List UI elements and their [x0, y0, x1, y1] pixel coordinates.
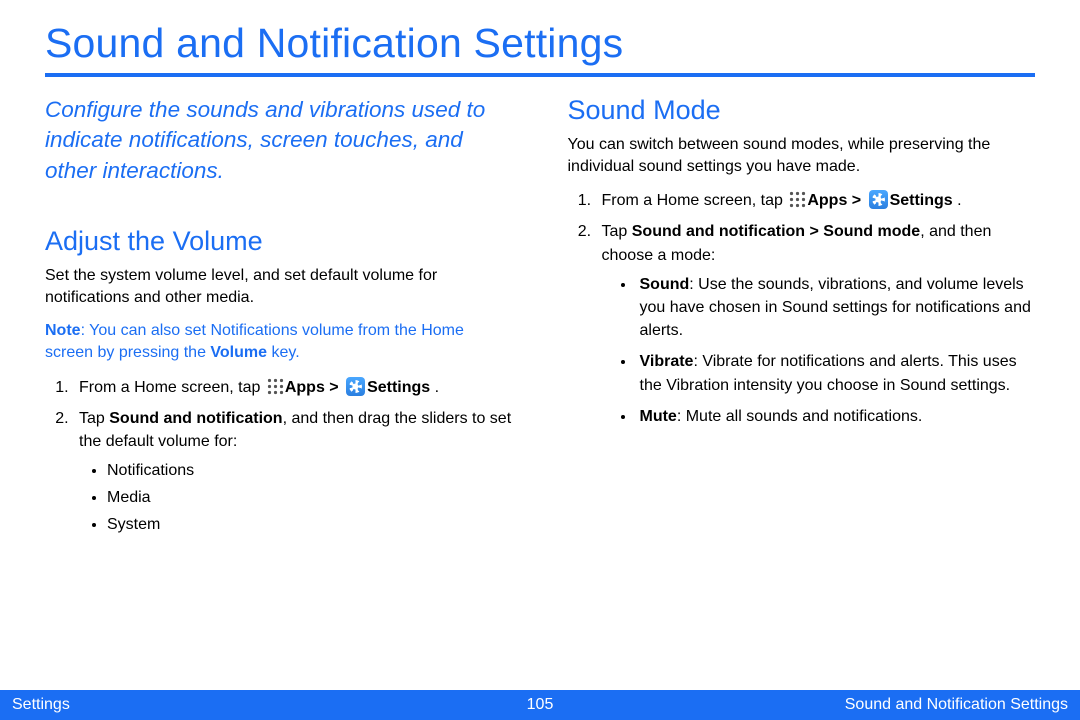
page-footer: Settings 105 Sound and Notification Sett…: [0, 690, 1080, 720]
footer-right: Sound and Notification Settings: [553, 696, 1068, 714]
footer-left: Settings: [12, 696, 527, 714]
settings-label: Settings: [367, 379, 430, 396]
mode-label: Mute: [640, 408, 677, 425]
sound-mode-desc: You can switch between sound modes, whil…: [568, 134, 1036, 177]
mode-list: Sound: Use the sounds, vibrations, and v…: [602, 273, 1036, 428]
note-label: Note: [45, 322, 81, 339]
apps-icon: [267, 378, 284, 395]
step-bold: Sound and notification > Sound mode: [632, 223, 920, 240]
list-item: From a Home screen, tap Apps > Settings …: [73, 376, 513, 399]
step-text: Tap: [79, 410, 109, 427]
settings-icon: [346, 377, 365, 396]
note-tail: key.: [267, 344, 300, 361]
manual-page: Sound and Notification Settings Configur…: [0, 0, 1080, 720]
mode-text: : Mute all sounds and notifications.: [677, 408, 922, 425]
adjust-volume-desc: Set the system volume level, and set def…: [45, 265, 513, 308]
step-text: Tap: [602, 223, 632, 240]
settings-label: Settings: [890, 192, 953, 209]
note-bold: Volume: [210, 344, 267, 361]
settings-icon: [869, 190, 888, 209]
list-item: Media: [107, 484, 513, 511]
section-sound-mode: Sound Mode: [568, 95, 1036, 126]
page-title: Sound and Notification Settings: [45, 20, 1035, 67]
left-column: Configure the sounds and vibrations used…: [45, 95, 513, 547]
step-bold: Sound and notification: [109, 410, 282, 427]
apps-icon: [789, 191, 806, 208]
step-text: From a Home screen, tap: [79, 379, 265, 396]
note-text: Note: You can also set Notifications vol…: [45, 320, 513, 363]
list-item: Vibrate: Vibrate for notifications and a…: [636, 350, 1036, 396]
mode-text: : Use the sounds, vibrations, and volume…: [640, 276, 1031, 339]
mode-label: Vibrate: [640, 353, 694, 370]
apps-label: Apps >: [285, 379, 343, 396]
list-item: Mute: Mute all sounds and notifications.: [636, 405, 1036, 428]
title-rule: [45, 73, 1035, 77]
list-item: Sound: Use the sounds, vibrations, and v…: [636, 273, 1036, 343]
content-columns: Configure the sounds and vibrations used…: [45, 95, 1035, 547]
step-text: From a Home screen, tap: [602, 192, 788, 209]
footer-page: 105: [527, 696, 554, 714]
step-tail: .: [953, 192, 962, 209]
list-item: Tap Sound and notification, and then dra…: [73, 407, 513, 539]
section-adjust-volume: Adjust the Volume: [45, 226, 513, 257]
list-item: From a Home screen, tap Apps > Settings …: [596, 189, 1036, 212]
volume-targets: Notifications Media System: [79, 457, 513, 539]
mode-text: : Vibrate for notifications and alerts. …: [640, 353, 1017, 393]
apps-label: Apps >: [807, 192, 865, 209]
mode-label: Sound: [640, 276, 690, 293]
sound-mode-steps: From a Home screen, tap Apps > Settings …: [568, 189, 1036, 428]
step-tail: .: [430, 379, 439, 396]
adjust-volume-steps: From a Home screen, tap Apps > Settings …: [45, 376, 513, 539]
list-item: Notifications: [107, 457, 513, 484]
list-item: Tap Sound and notification > Sound mode,…: [596, 220, 1036, 428]
list-item: System: [107, 511, 513, 538]
intro-text: Configure the sounds and vibrations used…: [45, 95, 513, 186]
right-column: Sound Mode You can switch between sound …: [568, 95, 1036, 547]
